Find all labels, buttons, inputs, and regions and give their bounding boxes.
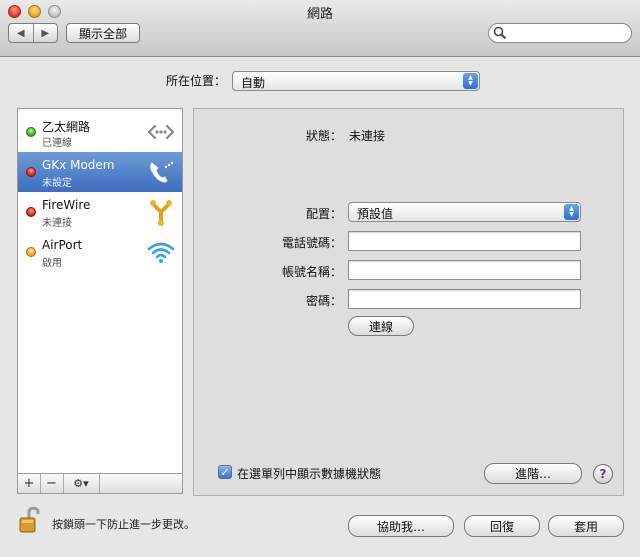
search-icon xyxy=(493,26,507,40)
firewire-icon xyxy=(150,200,172,226)
show-modem-status-checkbox[interactable]: ✓ xyxy=(218,465,232,479)
forward-arrow-icon: ▶ xyxy=(41,27,50,39)
lock-icon[interactable] xyxy=(18,505,44,535)
remove-service-button[interactable]: − xyxy=(40,474,64,493)
phone-number-input[interactable] xyxy=(349,232,580,250)
airport-wifi-icon xyxy=(147,242,175,263)
account-name-field[interactable] xyxy=(348,260,581,280)
action-menu-button[interactable]: ⚙▾ xyxy=(63,474,100,493)
location-label: 所在位置： xyxy=(165,74,226,88)
popup-arrows-icon: ▲ ▼ xyxy=(463,73,478,89)
show-all-button[interactable]: 顯示全部 xyxy=(66,23,140,43)
show-modem-status-label: 在選單列中顯示數據機狀態 xyxy=(237,467,382,481)
password-field[interactable] xyxy=(348,289,581,309)
location-popup[interactable]: 自動 ▲ ▼ xyxy=(232,71,480,91)
phone-number-field[interactable] xyxy=(348,231,581,251)
service-item-airport[interactable]: AirPort 啟用 xyxy=(18,232,182,272)
service-name: AirPort xyxy=(42,238,83,252)
ethernet-icon xyxy=(147,124,175,140)
password-label: 密碼： xyxy=(305,294,342,308)
window-title: 網路 xyxy=(306,7,333,22)
checkmark-icon: ✓ xyxy=(220,465,230,479)
connect-button[interactable]: 連線 xyxy=(348,316,414,336)
add-service-button[interactable]: + xyxy=(18,474,41,493)
search-field[interactable] xyxy=(488,23,632,43)
service-item-gkx-modem[interactable]: GKx Modem 未設定 xyxy=(18,152,182,192)
configuration-popup[interactable]: 預設值 ▲ ▼ xyxy=(348,202,581,222)
status-label: 狀態： xyxy=(305,129,342,143)
help-button[interactable]: ? xyxy=(593,464,613,484)
service-status: 未連接 xyxy=(42,218,72,229)
account-name-input[interactable] xyxy=(349,261,580,279)
lock-description: 按鎖頭一下防止進一步更改。 xyxy=(52,518,195,531)
assist-me-button[interactable]: 協助我… xyxy=(348,515,454,537)
service-status: 未設定 xyxy=(42,178,72,189)
status-dot-red-icon xyxy=(26,207,36,217)
service-item-firewire[interactable]: FireWire 未連接 xyxy=(18,192,182,232)
configuration-value: 預設值 xyxy=(357,207,394,221)
service-list-toolbar: + − ⚙▾ xyxy=(17,474,183,494)
account-name-label: 帳號名稱： xyxy=(281,265,342,279)
status-dot-red-icon xyxy=(26,167,36,177)
phone-number-label: 電話號碼： xyxy=(281,236,342,250)
location-value: 自動 xyxy=(241,76,266,90)
service-item-ethernet[interactable]: 乙太網路 已連線 xyxy=(18,112,182,152)
search-input[interactable] xyxy=(509,25,629,43)
service-name: GKx Modem xyxy=(42,158,115,172)
advanced-button[interactable]: 進階… xyxy=(484,463,582,484)
service-list: 乙太網路 已連線 GKx Modem 未設定 FireWire 未連接 AirP… xyxy=(17,108,183,474)
back-forward-control: ◀ ▶ xyxy=(8,23,58,43)
config-label: 配置： xyxy=(305,207,342,221)
service-status: 已連線 xyxy=(42,138,72,149)
forward-button[interactable]: ▶ xyxy=(32,24,58,42)
network-preferences-window: 網路 ◀ ▶ 顯示全部 所在位置： 自動 ▲ ▼ 乙太網路 已連線 GKx Mo… xyxy=(0,0,640,557)
apply-button[interactable]: 套用 xyxy=(548,515,624,537)
titlebar: 網路 ◀ ▶ 顯示全部 xyxy=(0,0,640,57)
question-mark-icon: ? xyxy=(599,467,607,481)
password-input[interactable] xyxy=(349,290,580,308)
service-name: FireWire xyxy=(42,198,91,212)
service-name: 乙太網路 xyxy=(42,120,91,134)
popup-arrows-icon: ▲ ▼ xyxy=(564,204,579,220)
status-dot-green-icon xyxy=(26,127,36,137)
modem-phone-icon xyxy=(150,161,174,183)
service-status: 啟用 xyxy=(42,258,62,269)
revert-button[interactable]: 回復 xyxy=(464,515,540,537)
back-arrow-icon: ◀ xyxy=(16,27,25,39)
status-dot-yellow-icon xyxy=(26,247,36,257)
back-button[interactable]: ◀ xyxy=(9,24,33,42)
status-value: 未連接 xyxy=(349,129,386,143)
